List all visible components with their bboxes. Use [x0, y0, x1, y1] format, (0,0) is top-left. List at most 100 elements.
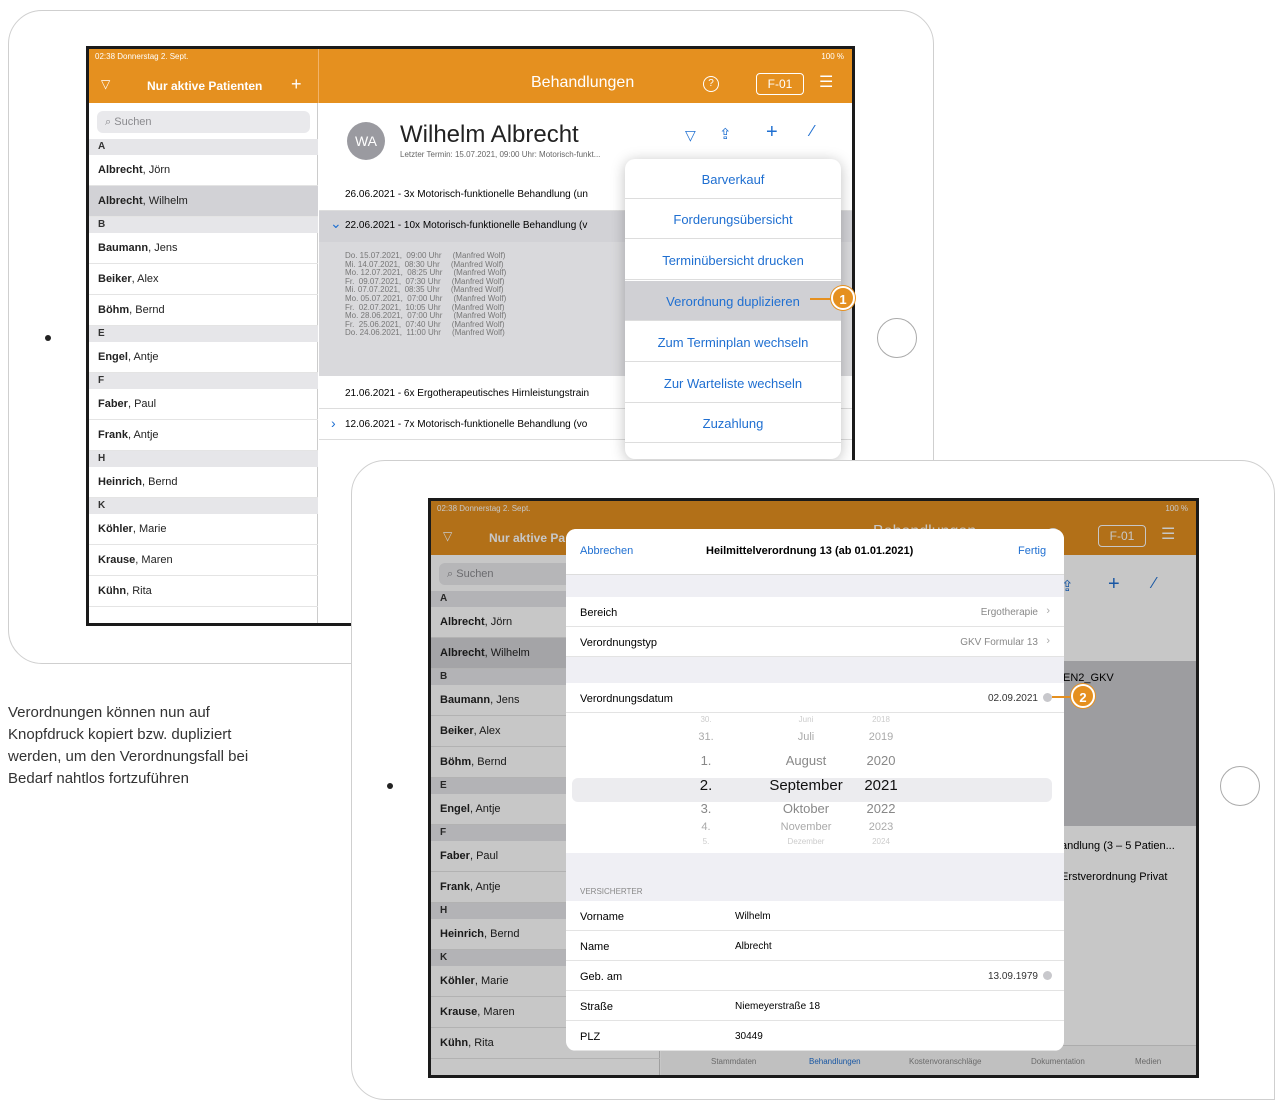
picker-day[interactable]: 3. — [676, 801, 736, 816]
patient-last-name: Heinrich — [98, 476, 143, 488]
field-name[interactable]: Name Albrecht — [566, 931, 1064, 961]
help-button[interactable]: ? — [703, 76, 719, 92]
treatment-text: 21.06.2021 - 6x Ergotherapeutisches Hirn… — [345, 388, 590, 399]
patient-last-name: Faber — [98, 398, 128, 410]
picker-day[interactable]: 5. — [676, 837, 736, 846]
add-button[interactable]: + — [766, 121, 778, 144]
picker-day[interactable]: 4. — [676, 821, 736, 833]
avatar: WA — [347, 122, 385, 160]
patient-row[interactable]: Beiker, Alex — [89, 264, 318, 295]
filter-icon-detail[interactable]: ▽ — [685, 127, 696, 144]
menu-zur-warteliste-wechseln[interactable]: Zur Warteliste wechseln — [625, 363, 841, 403]
patient-row[interactable]: Faber, Paul — [89, 389, 318, 420]
menu-verordnung-duplizieren[interactable]: Verordnung duplizieren — [625, 281, 841, 321]
patient-row[interactable]: Krause, Maren — [89, 545, 318, 576]
field-label: PLZ — [580, 1031, 601, 1043]
patient-last-name: Böhm — [98, 304, 130, 316]
patient-row[interactable]: Engel, Antje — [89, 342, 318, 373]
patient-name: Wilhelm Albrecht — [400, 121, 579, 148]
treatment-text: 22.06.2021 - 10x Motorisch-funktionelle … — [345, 220, 588, 231]
field-value: GKV Formular 13 — [960, 637, 1038, 648]
field-value: 13.09.1979 — [987, 971, 1038, 982]
patient-row[interactable]: Baumann, Jens — [89, 233, 318, 264]
section-header: F — [89, 373, 318, 389]
menu-zuzahlung[interactable]: Zuzahlung — [625, 403, 841, 443]
picker-day[interactable]: 31. — [676, 731, 736, 743]
filter-label[interactable]: Nur aktive Patienten — [147, 79, 262, 93]
search-input[interactable]: ⌕ Suchen — [97, 111, 310, 133]
section-header: K — [89, 498, 318, 514]
menu-barverkauf[interactable]: Barverkauf — [625, 159, 841, 199]
picker-day[interactable]: 30. — [676, 715, 736, 724]
field-verordnungstyp[interactable]: Verordnungstyp GKV Formular 13 › — [566, 627, 1064, 657]
status-bar: 02:38 Donnerstag 2. Sept. 100 % — [89, 49, 852, 63]
patient-last-name: Albrecht — [98, 195, 143, 207]
picker-day[interactable]: 1. — [676, 753, 736, 768]
picker-year[interactable]: 2024 — [846, 837, 916, 846]
field-geb-am[interactable]: Geb. am 13.09.1979 — [566, 961, 1064, 991]
callout-1-leader — [810, 298, 832, 300]
field-plz[interactable]: PLZ 30449 — [566, 1021, 1064, 1051]
picker-year[interactable]: 2023 — [846, 821, 916, 833]
date-picker[interactable]: 30. 31. 1. 2. 3. 4. 5. Juni Juli August September O… — [566, 713, 1064, 853]
filter-icon[interactable]: ▽ — [101, 77, 110, 91]
patient-row[interactable]: Böhm, Bernd — [89, 295, 318, 326]
chevron-down-icon: ⌄ — [330, 215, 342, 231]
home-button-top — [877, 318, 917, 358]
menu-zum-terminplan-wechseln[interactable]: Zum Terminplan wechseln — [625, 322, 841, 362]
picker-day[interactable]: 2. — [676, 777, 736, 794]
field-value: 02.09.2021 — [987, 693, 1038, 704]
patient-row[interactable]: Köhler, Marie — [89, 514, 318, 545]
patient-row[interactable]: Albrecht, Jörn — [89, 155, 318, 186]
room-button[interactable]: F-01 — [756, 73, 804, 95]
section-header: A — [89, 139, 318, 155]
add-patient-button[interactable]: + — [291, 74, 302, 95]
search-placeholder: Suchen — [114, 116, 152, 128]
last-appointment: Letzter Termin: 15.07.2021, 09:00 Uhr: M… — [400, 150, 601, 159]
patient-first-name: , Alex — [131, 273, 159, 285]
cancel-button[interactable]: Abbrechen — [580, 545, 633, 557]
clear-icon[interactable] — [1043, 693, 1052, 702]
field-verordnungsdatum[interactable]: Verordnungsdatum 02.09.2021 — [566, 683, 1064, 713]
callout-1: 1 — [831, 286, 855, 310]
list-icon[interactable]: ☰ — [819, 72, 833, 92]
field-strasse[interactable]: Straße Niemeyerstraße 18 — [566, 991, 1064, 1021]
picker-year[interactable]: 2019 — [846, 731, 916, 743]
clear-icon[interactable] — [1043, 971, 1052, 980]
ipad-camera-bottom — [387, 783, 393, 789]
search-icon: ⌕ — [105, 116, 112, 128]
menu-terminuebersicht-drucken[interactable]: Terminübersicht drucken — [625, 240, 841, 280]
callout-2-leader — [1052, 696, 1072, 698]
section-header: E — [89, 326, 318, 342]
done-button[interactable]: Fertig — [1018, 545, 1046, 557]
prescription-form-modal: Abbrechen Heilmittelverordnung 13 (ab 01… — [566, 529, 1064, 1051]
patient-row[interactable]: Albrecht, Wilhelm — [89, 186, 318, 217]
picker-year[interactable]: 2022 — [846, 801, 916, 816]
patient-first-name: , Bernd — [129, 304, 165, 316]
field-bereich[interactable]: Bereich Ergotherapie › — [566, 597, 1064, 627]
patient-row[interactable]: Kühn, Rita — [89, 576, 318, 607]
patient-last-name: Albrecht — [98, 164, 143, 176]
patient-first-name: , Antje — [127, 351, 159, 363]
patient-first-name: , Paul — [127, 398, 157, 410]
field-vorname[interactable]: Vorname Wilhelm — [566, 901, 1064, 931]
share-popover-menu: Barverkauf Forderungsübersicht Terminübe… — [625, 159, 841, 459]
patient-row[interactable]: Frank, Antje — [89, 420, 318, 451]
treatment-text: 12.06.2021 - 7x Motorisch-funktionelle B… — [345, 419, 588, 430]
patient-row[interactable]: Heinrich, Bernd — [89, 467, 318, 498]
share-icon[interactable]: ⇪ — [719, 125, 732, 143]
home-button-bottom — [1220, 766, 1260, 806]
section-header-versicherter: VERSICHERTER — [580, 887, 643, 896]
menu-zwischenabrechnung[interactable]: Zwischenabrechnung — [625, 444, 841, 459]
patient-last-name: Krause — [98, 554, 136, 566]
patient-first-name: , Jens — [148, 242, 178, 254]
picker-year[interactable]: 2021 — [846, 777, 916, 794]
picker-year[interactable]: 2020 — [846, 753, 916, 768]
edit-icon[interactable]: ∕ — [811, 123, 814, 141]
field-label: Verordnungsdatum — [580, 693, 673, 705]
patient-first-name: , Rita — [126, 585, 152, 597]
field-label: Vorname — [580, 911, 625, 923]
menu-forderungsuebersicht[interactable]: Forderungsübersicht — [625, 199, 841, 239]
field-label: Straße — [580, 1001, 614, 1013]
picker-year[interactable]: 2018 — [846, 715, 916, 724]
